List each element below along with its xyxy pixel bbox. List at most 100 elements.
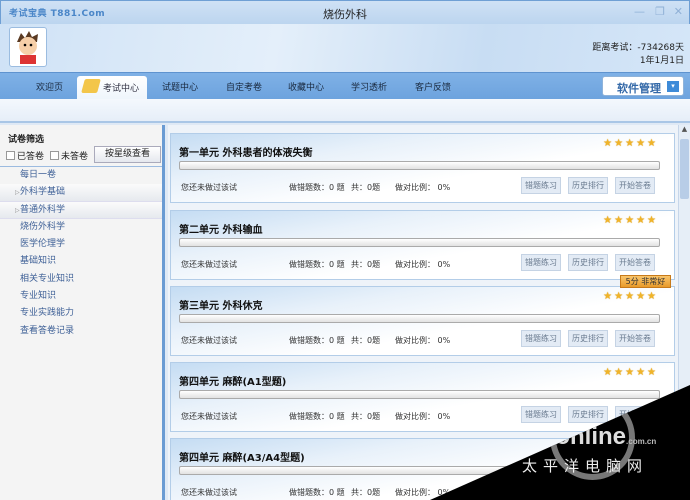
wrong-practice-button[interactable]: 错题练习 — [521, 330, 561, 347]
star-icon[interactable]: ★ — [603, 215, 612, 226]
star-icon[interactable]: ★ — [625, 138, 634, 149]
paper-card: 第三单元 外科休克 ★ ★ ★ ★ ★ 您还未做过该试 做错题数：0 题 共：0题 做对… — [170, 286, 675, 356]
star-icon[interactable]: ★ — [614, 215, 623, 226]
tab-study-analysis[interactable]: 学习透析 — [351, 80, 387, 93]
unanswered-checkbox[interactable]: 未答卷 — [50, 149, 88, 162]
total-count: 共：0题 — [351, 412, 381, 421]
sidebar-item-label: 普通外科学 — [20, 204, 66, 215]
history-rank-button[interactable]: 历史排行 — [568, 406, 608, 423]
wrong-count: 做错题数：0 题 — [289, 336, 345, 345]
history-rank-button[interactable]: 历史排行 — [568, 177, 608, 194]
wrong-practice-button[interactable]: 错题练习 — [521, 254, 561, 271]
start-exam-button[interactable]: 开始答卷 — [615, 254, 655, 271]
wrong-practice-button[interactable]: 错题练习 — [521, 406, 561, 423]
exam-countdown: 距离考试：-734268天 — [592, 43, 684, 53]
sidebar-group[interactable]: ▷ 外科学基础 — [0, 184, 162, 202]
software-manage-button[interactable]: 软件管理 ▾ — [602, 76, 684, 96]
wrong-count: 做错题数：0 题 — [289, 260, 345, 269]
progress-bar — [179, 390, 660, 399]
paper-card: 第二单元 外科输血 ★ ★ ★ ★ ★ 您还未做过该试 做错题数：0 题 共：0题 做对… — [170, 210, 675, 280]
user-avatar[interactable] — [9, 27, 47, 67]
paper-title: 第四单元 麻醉(A3/A4型题) — [179, 453, 305, 464]
correct-ratio: 做对比例： 0% — [395, 260, 451, 269]
tab-exam-center[interactable]: 考试中心 — [77, 76, 148, 100]
star-icon[interactable]: ★ — [647, 367, 656, 378]
star-icon[interactable]: ★ — [614, 291, 623, 302]
star-icon[interactable]: ★ — [603, 367, 612, 378]
expand-arrow-icon: ▷ — [15, 206, 20, 214]
sidebar-item[interactable]: 烧伤外科学 — [0, 219, 162, 236]
star-icon[interactable]: ★ — [636, 138, 645, 149]
answered-checkbox[interactable]: 已答卷 — [6, 149, 44, 162]
wrong-practice-button[interactable]: 错题练习 — [521, 177, 561, 194]
window-title: 烧伤外科 — [323, 8, 367, 21]
paper-status: 您还未做过该试 — [181, 336, 237, 345]
star-icon[interactable]: ★ — [647, 215, 656, 226]
correct-ratio: 做对比例： 0% — [395, 412, 451, 421]
star-icon[interactable]: ★ — [647, 291, 656, 302]
paper-status: 您还未做过该试 — [181, 412, 237, 421]
tab-welcome[interactable]: 欢迎页 — [36, 80, 63, 93]
sidebar-item[interactable]: 基础知识 — [0, 253, 162, 270]
paper-status: 您还未做过该试 — [181, 488, 237, 497]
progress-bar — [179, 314, 660, 323]
star-icon[interactable]: ★ — [636, 291, 645, 302]
star-icon[interactable]: ★ — [625, 215, 634, 226]
star-icon[interactable]: ★ — [603, 291, 612, 302]
paper-title: 第四单元 麻醉(A1型题) — [179, 377, 287, 388]
tab-question-center[interactable]: 试题中心 — [162, 80, 198, 93]
progress-bar — [179, 238, 660, 247]
star-rating[interactable]: ★★★★★ — [603, 367, 656, 378]
history-rank-button[interactable]: 历史排行 — [568, 330, 608, 347]
pencil-icon — [81, 79, 101, 93]
watermark-cn: 太平洋电脑网 — [522, 457, 649, 475]
wrong-count: 做错题数：0 题 — [289, 488, 345, 497]
star-icon[interactable]: ★ — [647, 138, 656, 149]
total-count: 共：0题 — [351, 488, 381, 497]
start-exam-button[interactable]: 开始答卷 — [615, 330, 655, 347]
chevron-down-icon: ▾ — [667, 81, 679, 92]
expand-arrow-icon: ▷ — [15, 189, 20, 197]
tab-custom-paper[interactable]: 自定考卷 — [226, 80, 262, 93]
sidebar-item[interactable]: 专业实践能力 — [0, 305, 162, 322]
tab-feedback[interactable]: 客户反馈 — [415, 80, 451, 93]
sidebar-item[interactable]: 每日一卷 — [0, 167, 162, 184]
star-icon[interactable]: ★ — [636, 367, 645, 378]
start-exam-button[interactable]: 开始答卷 — [615, 177, 655, 194]
close-button[interactable]: ✕ — [674, 5, 683, 18]
restore-button[interactable]: ❐ — [655, 5, 665, 18]
sidebar-item-label: 外科学基础 — [20, 187, 66, 198]
title-bar: 考试宝典 T881.Com 烧伤外科 — ❐ ✕ — [0, 0, 690, 24]
star-rating[interactable]: ★★★★★ — [603, 291, 656, 302]
sidebar-item[interactable]: 医学伦理学 — [0, 236, 162, 253]
total-count: 共：0题 — [351, 260, 381, 269]
checkbox-label: 已答卷 — [17, 152, 45, 162]
paper-title: 第一单元 外科患者的体液失衡 — [179, 148, 313, 159]
paper-category-list: 每日一卷 ▷ 外科学基础 ▷ 普通外科学 烧伤外科学 医学伦理学 基础知识 相关专业… — [0, 166, 162, 340]
view-by-star-button[interactable]: 按星级查看 — [94, 146, 161, 163]
sidebar-item[interactable]: 专业知识 — [0, 288, 162, 305]
star-icon[interactable]: ★ — [603, 138, 612, 149]
star-icon[interactable]: ★ — [636, 215, 645, 226]
sidebar-group[interactable]: ▷ 普通外科学 — [0, 201, 162, 219]
correct-ratio: 做对比例： 0% — [395, 336, 451, 345]
star-rating[interactable]: ★★★★★ — [603, 138, 656, 149]
scroll-up-icon[interactable]: ▲ — [679, 125, 690, 137]
minimize-button[interactable]: — — [634, 5, 645, 18]
paper-status: 您还未做过该试 — [181, 260, 237, 269]
star-icon[interactable]: ★ — [625, 367, 634, 378]
star-icon[interactable]: ★ — [614, 138, 623, 149]
sidebar-item[interactable]: 查看答卷记录 — [0, 323, 162, 340]
scroll-thumb[interactable] — [680, 139, 689, 199]
paper-title: 第三单元 外科休克 — [179, 301, 263, 312]
star-rating[interactable]: ★★★★★ — [603, 215, 656, 226]
history-rank-button[interactable]: 历史排行 — [568, 254, 608, 271]
software-manage-label: 软件管理 — [617, 82, 661, 95]
tab-favorites[interactable]: 收藏中心 — [288, 80, 324, 93]
star-icon[interactable]: ★ — [614, 367, 623, 378]
tab-label: 考试中心 — [103, 84, 140, 94]
sidebar-item[interactable]: 相关专业知识 — [0, 271, 162, 288]
paper-status: 您还未做过该试 — [181, 183, 237, 192]
exam-date: 1年1月1日 — [639, 56, 684, 66]
star-icon[interactable]: ★ — [625, 291, 634, 302]
